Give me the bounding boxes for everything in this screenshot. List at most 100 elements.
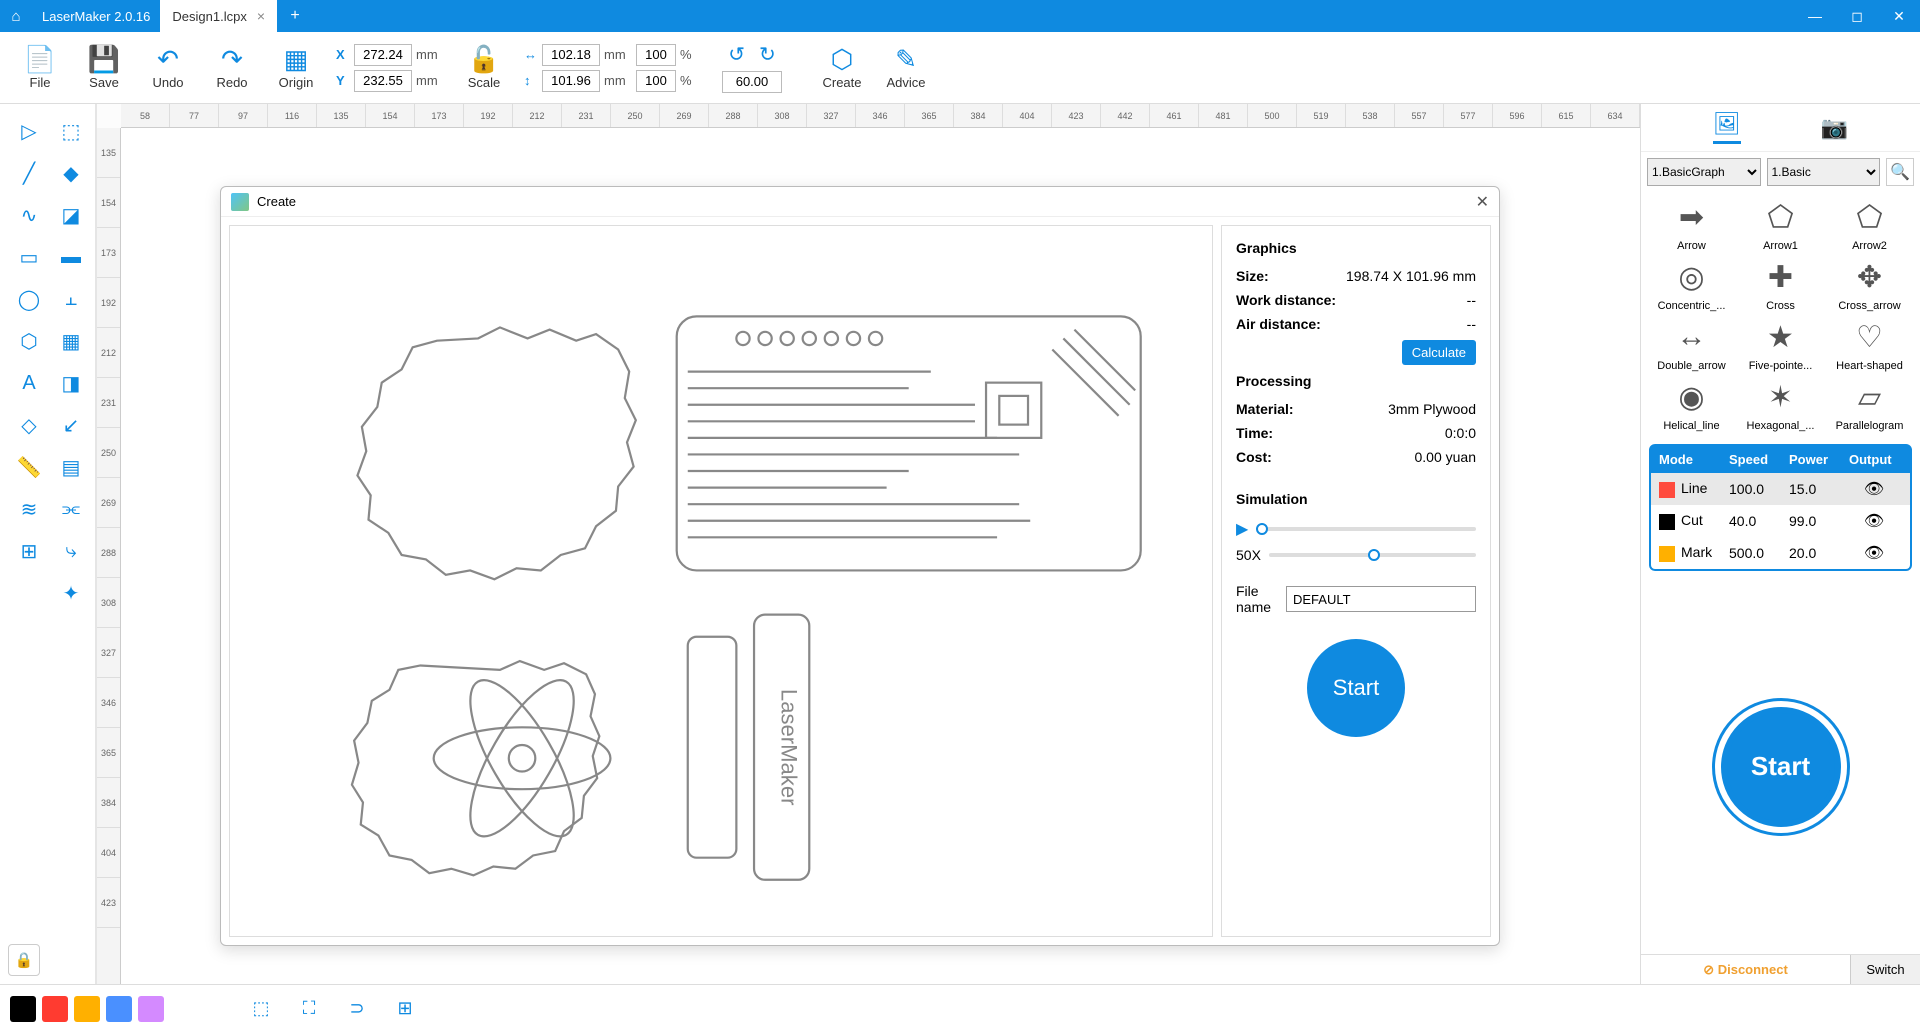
rotate-cw-icon[interactable]: ↻ — [759, 42, 776, 67]
rotation-input[interactable]: 60.00 — [722, 71, 782, 93]
rotate-ccw-icon[interactable]: ↺ — [728, 42, 745, 67]
line-tool[interactable]: ╱ — [12, 156, 46, 190]
array-tool[interactable]: ▤ — [54, 450, 88, 484]
save-button[interactable]: 💾Save — [72, 37, 136, 99]
new-tab-button[interactable]: + — [281, 7, 309, 25]
camera-tab-icon[interactable]: 📷 — [1821, 115, 1848, 141]
focus-button[interactable]: ⛶ — [292, 992, 326, 1026]
shape-arrow[interactable]: ➡Arrow — [1649, 196, 1734, 252]
col-power: Power — [1789, 452, 1849, 467]
height-pct-input[interactable]: 100 — [636, 70, 676, 92]
close-tab-icon[interactable]: × — [257, 8, 265, 24]
text-tool[interactable]: A — [12, 366, 46, 400]
simulation-heading: Simulation — [1236, 491, 1476, 507]
shape-double_arrow[interactable]: ↔Double_arrow — [1649, 316, 1734, 372]
shape-arrow1[interactable]: ⬠Arrow1 — [1738, 196, 1823, 252]
curve-tool[interactable]: ∿ — [12, 198, 46, 232]
ellipse-tool[interactable]: ◯ — [12, 282, 46, 316]
y-input[interactable]: 232.55 — [354, 70, 412, 92]
shape-hexagonal_...[interactable]: ✶Hexagonal_... — [1738, 376, 1823, 432]
shape-cross[interactable]: ✚Cross — [1738, 256, 1823, 312]
sim-progress-slider[interactable] — [1256, 527, 1476, 531]
shape-concentric_...[interactable]: ◎Concentric_... — [1649, 256, 1734, 312]
layer-row-cut[interactable]: Cut40.099.0👁 — [1651, 505, 1910, 537]
table-tool[interactable]: ⊞ — [12, 534, 46, 568]
size-value: 198.74 X 101.96 mm — [1346, 268, 1476, 284]
color-swatch[interactable] — [10, 996, 36, 1022]
preview-artwork: LaserMaker — [279, 262, 1163, 901]
airdist-value: -- — [1467, 316, 1476, 332]
global-start-button[interactable]: Start — [1721, 707, 1841, 827]
grid-button[interactable]: ⊞ — [388, 992, 422, 1026]
shape-helical_line[interactable]: ◉Helical_line — [1649, 376, 1734, 432]
calculate-button[interactable]: Calculate — [1402, 340, 1476, 365]
color-swatch[interactable] — [106, 996, 132, 1022]
search-icon[interactable]: 🔍 — [1886, 158, 1914, 186]
fill-rect-tool[interactable]: ▬ — [54, 240, 88, 274]
filename-input[interactable] — [1286, 586, 1476, 612]
select-tool[interactable]: ▷ — [12, 114, 46, 148]
material-value: 3mm Plywood — [1388, 401, 1476, 417]
disconnect-status[interactable]: ⊘ Disconnect — [1641, 955, 1850, 984]
dialog-close-icon[interactable]: ✕ — [1476, 192, 1489, 212]
shape-parallelogram[interactable]: ▱Parallelogram — [1827, 376, 1912, 432]
crop-button[interactable]: ⬚ — [244, 992, 278, 1026]
edit-node-tool[interactable]: ↙ — [54, 408, 88, 442]
size-inputs: ↔102.18mm100% ↕101.96mm100% — [524, 44, 708, 92]
layer-row-line[interactable]: Line100.015.0👁 — [1651, 473, 1910, 505]
sim-speed-label: 50X — [1236, 547, 1261, 563]
width-pct-input[interactable]: 100 — [636, 44, 676, 66]
rect-tool[interactable]: ▭ — [12, 240, 46, 274]
boolean-tool[interactable]: ⫘ — [54, 492, 88, 526]
color-swatch[interactable] — [74, 996, 100, 1022]
shape-heart-shaped[interactable]: ♡Heart-shaped — [1827, 316, 1912, 372]
shape-cross_arrow[interactable]: ✥Cross_arrow — [1827, 256, 1912, 312]
col-mode: Mode — [1659, 452, 1729, 467]
grid-tool[interactable]: ▦ — [54, 324, 88, 358]
color-swatch[interactable] — [138, 996, 164, 1022]
marquee-tool[interactable]: ⬚ — [54, 114, 88, 148]
width-input[interactable]: 102.18 — [542, 44, 600, 66]
create-button[interactable]: ⬡Create — [810, 37, 874, 99]
laser-tool[interactable]: ✦ — [54, 576, 88, 610]
shape-tool[interactable]: ◪ — [54, 198, 88, 232]
right-panel: 🖼 📷 1.BasicGraph 1.Basic 🔍 ➡Arrow⬠Arrow1… — [1640, 104, 1920, 984]
align-tool[interactable]: ⫠ — [54, 282, 88, 316]
x-input[interactable]: 272.24 — [354, 44, 412, 66]
layers-tool[interactable]: ≋ — [12, 492, 46, 526]
scale-button[interactable]: 🔓Scale — [452, 37, 516, 99]
file-button[interactable]: 📄File — [8, 37, 72, 99]
advice-button[interactable]: ✎Advice — [874, 37, 938, 99]
shape-five-pointe...[interactable]: ★Five-pointe... — [1738, 316, 1823, 372]
switch-button[interactable]: Switch — [1850, 955, 1920, 984]
height-input[interactable]: 101.96 — [542, 70, 600, 92]
polygon-tool[interactable]: ⬡ — [12, 324, 46, 358]
category-select-2[interactable]: 1.Basic — [1767, 158, 1881, 186]
layer-row-mark[interactable]: Mark500.020.0👁 — [1651, 537, 1910, 569]
play-icon[interactable]: ▶ — [1236, 519, 1248, 539]
rotate-controls: ↺ ↻ 60.00 — [722, 42, 782, 93]
magnet-button[interactable]: ⊃ — [340, 992, 374, 1026]
maximize-button[interactable]: ◻ — [1836, 8, 1878, 25]
minimize-button[interactable]: — — [1794, 8, 1836, 25]
tab-design[interactable]: Design1.lcpx × — [160, 0, 277, 32]
close-window-button[interactable]: ✕ — [1878, 8, 1920, 25]
eraser-tool[interactable]: ◇ — [12, 408, 46, 442]
origin-button[interactable]: ▦Origin — [264, 37, 328, 99]
advice-icon: ✎ — [895, 45, 917, 73]
shape-arrow2[interactable]: ⬠Arrow2 — [1827, 196, 1912, 252]
sim-speed-slider[interactable] — [1269, 553, 1476, 557]
save-icon: 💾 — [88, 45, 120, 73]
mirror-tool[interactable]: ◨ — [54, 366, 88, 400]
measure-tool[interactable]: 📏 — [12, 450, 46, 484]
fill-tool[interactable]: ◆ — [54, 156, 88, 190]
redo-button[interactable]: ↷Redo — [200, 37, 264, 99]
color-swatch[interactable] — [42, 996, 68, 1022]
path-tool[interactable]: ⤷ — [54, 534, 88, 568]
library-tab-icon[interactable]: 🖼 — [1713, 111, 1741, 144]
undo-button[interactable]: ↶Undo — [136, 37, 200, 99]
lock-button[interactable]: 🔒 — [8, 944, 40, 976]
dialog-start-button[interactable]: Start — [1307, 639, 1405, 737]
category-select-1[interactable]: 1.BasicGraph — [1647, 158, 1761, 186]
home-icon[interactable]: ⌂ — [0, 8, 32, 25]
